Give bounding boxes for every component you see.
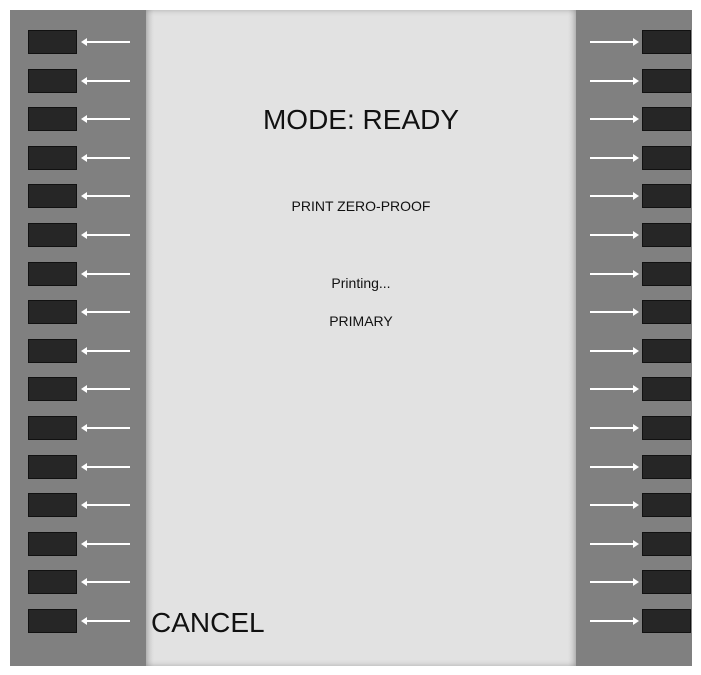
right-softkey-13[interactable] xyxy=(642,493,691,517)
left-arrow-icon xyxy=(81,347,130,355)
left-softkey-3[interactable] xyxy=(28,107,77,131)
left-arrow-icon xyxy=(81,115,130,123)
left-softkey-13[interactable] xyxy=(28,493,77,517)
target-label: PRIMARY xyxy=(329,313,393,329)
right-softkey-10[interactable] xyxy=(642,377,691,401)
right-softkey-11[interactable] xyxy=(642,416,691,440)
left-softkey-9[interactable] xyxy=(28,339,77,363)
left-arrow-icon xyxy=(81,154,130,162)
right-arrow-icon xyxy=(590,154,639,162)
left-arrow-icon xyxy=(81,463,130,471)
left-softkey-12[interactable] xyxy=(28,455,77,479)
right-softkey-2[interactable] xyxy=(642,69,691,93)
operation-label: PRINT ZERO-PROOF xyxy=(291,198,431,214)
left-softkey-14[interactable] xyxy=(28,532,77,556)
cancel-button[interactable]: CANCEL xyxy=(151,607,265,639)
left-softkey-5[interactable] xyxy=(28,184,77,208)
right-softkey-5[interactable] xyxy=(642,184,691,208)
left-arrow-icon xyxy=(81,308,130,316)
right-arrow-icon xyxy=(590,192,639,200)
left-softkey-column xyxy=(10,10,146,666)
left-softkey-7[interactable] xyxy=(28,262,77,286)
right-arrow-icon xyxy=(590,308,639,316)
right-softkey-15[interactable] xyxy=(642,570,691,594)
right-softkey-16[interactable] xyxy=(642,609,691,633)
left-arrow-icon xyxy=(81,501,130,509)
left-softkey-8[interactable] xyxy=(28,300,77,324)
left-softkey-10[interactable] xyxy=(28,377,77,401)
left-softkey-2[interactable] xyxy=(28,69,77,93)
right-arrow-icon xyxy=(590,501,639,509)
right-softkey-column xyxy=(576,10,692,666)
mode-title: MODE: READY xyxy=(262,104,460,135)
left-softkey-15[interactable] xyxy=(28,570,77,594)
right-arrow-icon xyxy=(590,578,639,586)
right-arrow-icon xyxy=(590,424,639,432)
left-arrow-icon xyxy=(81,231,130,239)
right-softkey-1[interactable] xyxy=(642,30,691,54)
left-arrow-icon xyxy=(81,192,130,200)
left-arrow-icon xyxy=(81,77,130,85)
right-arrow-icon xyxy=(590,115,639,123)
left-softkey-1[interactable] xyxy=(28,30,77,54)
left-softkey-4[interactable] xyxy=(28,146,77,170)
right-arrow-icon xyxy=(590,38,639,46)
right-softkey-14[interactable] xyxy=(642,532,691,556)
left-arrow-icon xyxy=(81,38,130,46)
right-arrow-icon xyxy=(590,617,639,625)
left-arrow-icon xyxy=(81,270,130,278)
right-arrow-icon xyxy=(590,231,639,239)
right-arrow-icon xyxy=(590,77,639,85)
display-screen: MODE: READY PRINT ZERO-PROOF Printing...… xyxy=(146,10,576,666)
right-softkey-6[interactable] xyxy=(642,223,691,247)
right-arrow-icon xyxy=(590,347,639,355)
right-arrow-icon xyxy=(590,463,639,471)
right-softkey-3[interactable] xyxy=(642,107,691,131)
left-arrow-icon xyxy=(81,578,130,586)
left-arrow-icon xyxy=(81,385,130,393)
right-arrow-icon xyxy=(590,385,639,393)
terminal-bezel: MODE: READY PRINT ZERO-PROOF Printing...… xyxy=(10,10,692,666)
left-arrow-icon xyxy=(81,424,130,432)
left-softkey-16[interactable] xyxy=(28,609,77,633)
left-arrow-icon xyxy=(81,617,130,625)
right-arrow-icon xyxy=(590,540,639,548)
left-softkey-6[interactable] xyxy=(28,223,77,247)
right-softkey-12[interactable] xyxy=(642,455,691,479)
right-softkey-4[interactable] xyxy=(642,146,691,170)
left-arrow-icon xyxy=(81,540,130,548)
status-text: Printing... xyxy=(331,275,391,291)
right-arrow-icon xyxy=(590,270,639,278)
left-softkey-11[interactable] xyxy=(28,416,77,440)
right-softkey-7[interactable] xyxy=(642,262,691,286)
right-softkey-8[interactable] xyxy=(642,300,691,324)
right-softkey-9[interactable] xyxy=(642,339,691,363)
